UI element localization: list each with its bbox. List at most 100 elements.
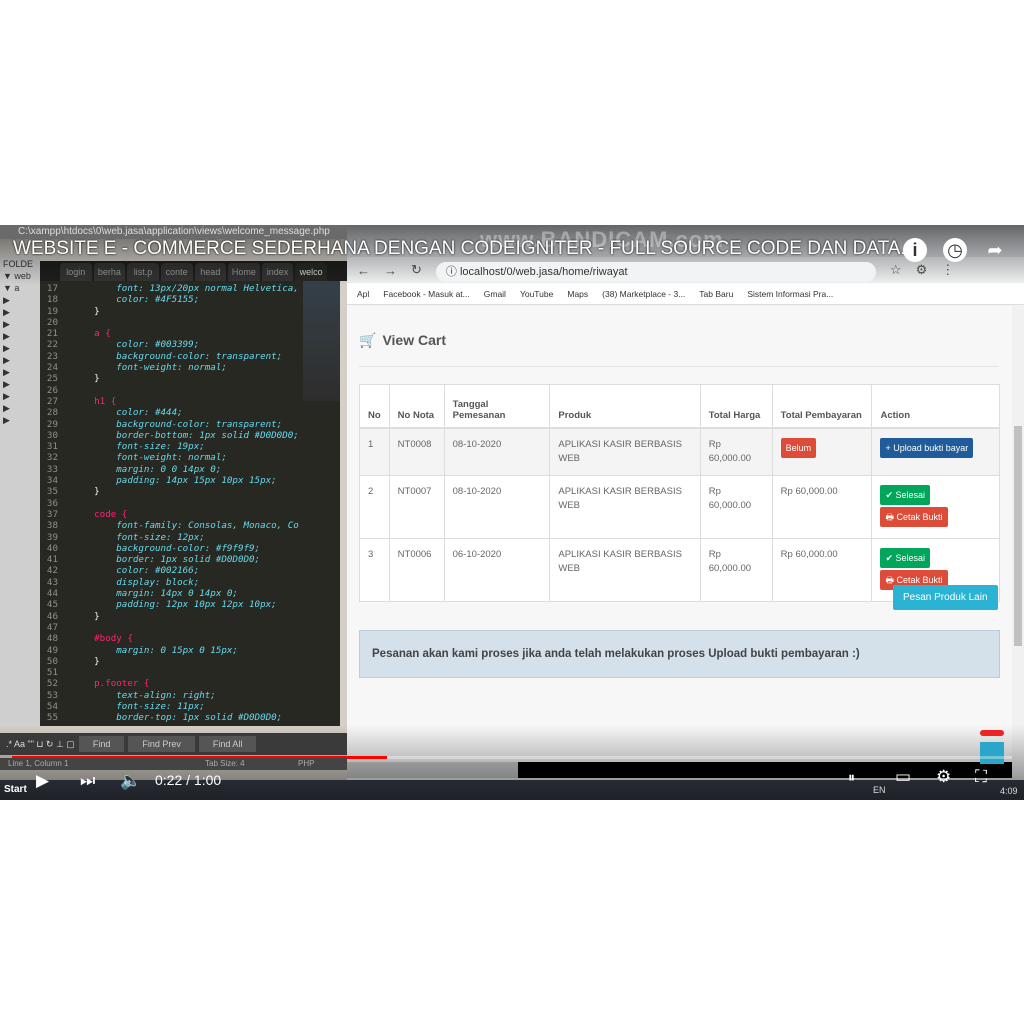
editor-tab[interactable]: login	[60, 263, 92, 281]
code-line: 52 p.footer {	[40, 678, 340, 689]
done-button[interactable]: ✔ Selesai	[880, 547, 931, 568]
line-number: 35	[46, 486, 58, 498]
cell-harga: Rp 60,000.00	[699, 537, 773, 602]
sidebar-item[interactable]: ▶	[3, 343, 37, 355]
sidebar-item[interactable]: ▶	[3, 391, 37, 403]
subtitles-icon[interactable]: ▭	[895, 768, 911, 786]
panel-gray	[347, 762, 518, 778]
sidebar-item[interactable]: ▶	[3, 355, 37, 367]
find-button[interactable]: Find	[78, 736, 125, 752]
sidebar-item[interactable]: ▶	[3, 319, 37, 331]
find-bar: .* Aa "" ⊔ ↻ ⊥ ▢ Find Find Prev Find All	[0, 733, 347, 755]
play-icon[interactable]: ▶	[36, 772, 49, 790]
watch-later-icon[interactable]: ◷	[943, 238, 967, 262]
syntax[interactable]: PHP	[298, 759, 314, 769]
language[interactable]: EN	[873, 785, 886, 795]
cell-tanggal: 08-10-2020	[443, 474, 551, 539]
cell-nota: NT0008	[388, 427, 445, 476]
find-prev-button[interactable]: Find Prev	[128, 736, 195, 752]
sidebar-item[interactable]: ▼ a	[3, 283, 37, 295]
sidebar-item[interactable]: ▼ web	[3, 271, 37, 283]
sidebar-item[interactable]: ▶	[3, 379, 37, 391]
sidebar-item[interactable]: ▶	[3, 331, 37, 343]
done-button[interactable]: ✔ Selesai	[880, 484, 931, 505]
code-text: display: block;	[72, 576, 200, 588]
editor-tab[interactable]: index	[261, 263, 294, 281]
start-button[interactable]: Start	[4, 784, 27, 795]
code-line: 42 color: #002166;	[40, 565, 340, 576]
editor-tab[interactable]: list.p	[127, 263, 159, 281]
code-text: h1 {	[72, 395, 117, 407]
bookmark-item[interactable]: YouTube	[520, 289, 553, 299]
exit-fullscreen-icon[interactable]: ⛶	[975, 768, 987, 786]
cursor-position: Line 1, Column 1	[8, 759, 69, 768]
subscribe-watermark[interactable]	[980, 730, 1004, 766]
bookmark-item[interactable]: Gmail	[484, 289, 506, 299]
editor-tab[interactable]: conte	[160, 263, 193, 281]
code-editor-window: C:\xampp\htdocs\0\web.jasa\application\v…	[0, 225, 347, 780]
extensions-icon[interactable]: ⚙	[916, 262, 928, 278]
bookmark-item[interactable]: Facebook - Masuk at...	[383, 289, 469, 299]
code-text: background-color: #f9f9f9;	[72, 542, 261, 554]
code-text: font-weight: normal;	[72, 452, 227, 464]
code-area[interactable]: 17 font: 13px/20px normal Helvetica, 18 c…	[40, 281, 340, 726]
menu-icon[interactable]: ⋮	[941, 262, 954, 278]
column-header: No	[359, 384, 390, 429]
find-options[interactable]: .* Aa "" ⊔ ↻ ⊥ ▢	[6, 739, 75, 750]
bookmark-item[interactable]: Tab Baru	[699, 289, 733, 299]
editor-tab[interactable]: Home	[228, 263, 260, 281]
line-number: 53	[46, 689, 58, 701]
column-header: Total Pembayaran	[771, 384, 873, 429]
bookmark-item[interactable]: Maps	[567, 289, 588, 299]
video-player[interactable]: C:\xampp\htdocs\0\web.jasa\application\v…	[0, 225, 1024, 800]
order-more-button[interactable]: Pesan Produk Lain	[893, 585, 998, 610]
code-line: 55 border-top: 1px solid #D0D0D0;	[40, 712, 340, 723]
bookmark-item[interactable]: Apl	[357, 289, 369, 299]
editor-tabs[interactable]: login berha list.p conte head Home index welco	[40, 261, 347, 281]
code-text: font-size: 12px;	[72, 531, 205, 543]
line-number: 39	[46, 531, 58, 543]
reload-icon[interactable]: ↻	[411, 262, 422, 278]
code-line: 23 background-color: transparent;	[40, 351, 340, 362]
cell-pembayaran: Rp 60,000.00	[771, 474, 873, 539]
cell-no: 2	[359, 474, 390, 539]
find-all-button[interactable]: Find All	[198, 736, 257, 752]
sidebar-item[interactable]: ▶	[3, 415, 37, 427]
line-number: 19	[46, 305, 58, 317]
settings-icon[interactable]: ⚙	[936, 768, 951, 786]
code-line: 33 margin: 0 0 14px 0;	[40, 464, 340, 475]
code-line: 43 display: block;	[40, 577, 340, 588]
sidebar-item[interactable]: ▶	[3, 367, 37, 379]
page-scrollbar[interactable]	[1012, 306, 1024, 780]
line-number: 46	[46, 610, 58, 622]
volume-icon[interactable]: 🔈	[120, 772, 141, 790]
sidebar-item[interactable]: ▶	[3, 307, 37, 319]
editor-tab[interactable]: berha	[93, 263, 126, 281]
sidebar-item[interactable]: ▶	[3, 403, 37, 415]
star-icon[interactable]: ☆	[890, 262, 902, 278]
code-line: 34 padding: 14px 15px 10px 15px;	[40, 475, 340, 486]
info-icon[interactable]: i	[903, 238, 927, 262]
forward-icon[interactable]: →	[384, 263, 397, 278]
table-row: 1 NT0008 08-10-2020 APLIKASI KASIR BERBASIS…	[359, 427, 1000, 476]
back-icon[interactable]: ←	[357, 263, 370, 278]
bookmark-item[interactable]: (38) Marketplace - 3...	[602, 289, 685, 299]
divider	[359, 366, 999, 367]
sidebar-item[interactable]: ▶	[3, 295, 37, 307]
tab-size[interactable]: Tab Size: 4	[205, 759, 245, 769]
editor-tab[interactable]: welco	[295, 263, 327, 281]
minimap[interactable]	[303, 281, 340, 401]
folder-sidebar[interactable]: FOLDE ▼ web ▼ a ▶ ▶ ▶ ▶ ▶ ▶ ▶ ▶ ▶ ▶ ▶	[0, 255, 40, 725]
editor-tab[interactable]: head	[194, 263, 227, 281]
autoplay-toggle[interactable]: ⏸	[848, 768, 855, 786]
url-field[interactable]: ⓘ localhost/0/web.jasa/home/riwayat	[435, 262, 876, 282]
column-header: Action	[871, 384, 1000, 429]
bookmark-item[interactable]: Sistem Informasi Pra...	[747, 289, 833, 299]
next-icon[interactable]: ⏭	[80, 772, 95, 790]
print-proof-button[interactable]: 🖶 Cetak Bukti	[880, 506, 948, 527]
code-line: 38 font-family: Consolas, Monaco, Co	[40, 520, 340, 531]
line-number: 51	[46, 667, 58, 679]
sidebar-item[interactable]: FOLDE	[3, 259, 37, 271]
share-icon[interactable]: ➦	[983, 238, 1007, 262]
upload-proof-button[interactable]: + Upload bukti bayar	[880, 437, 974, 458]
